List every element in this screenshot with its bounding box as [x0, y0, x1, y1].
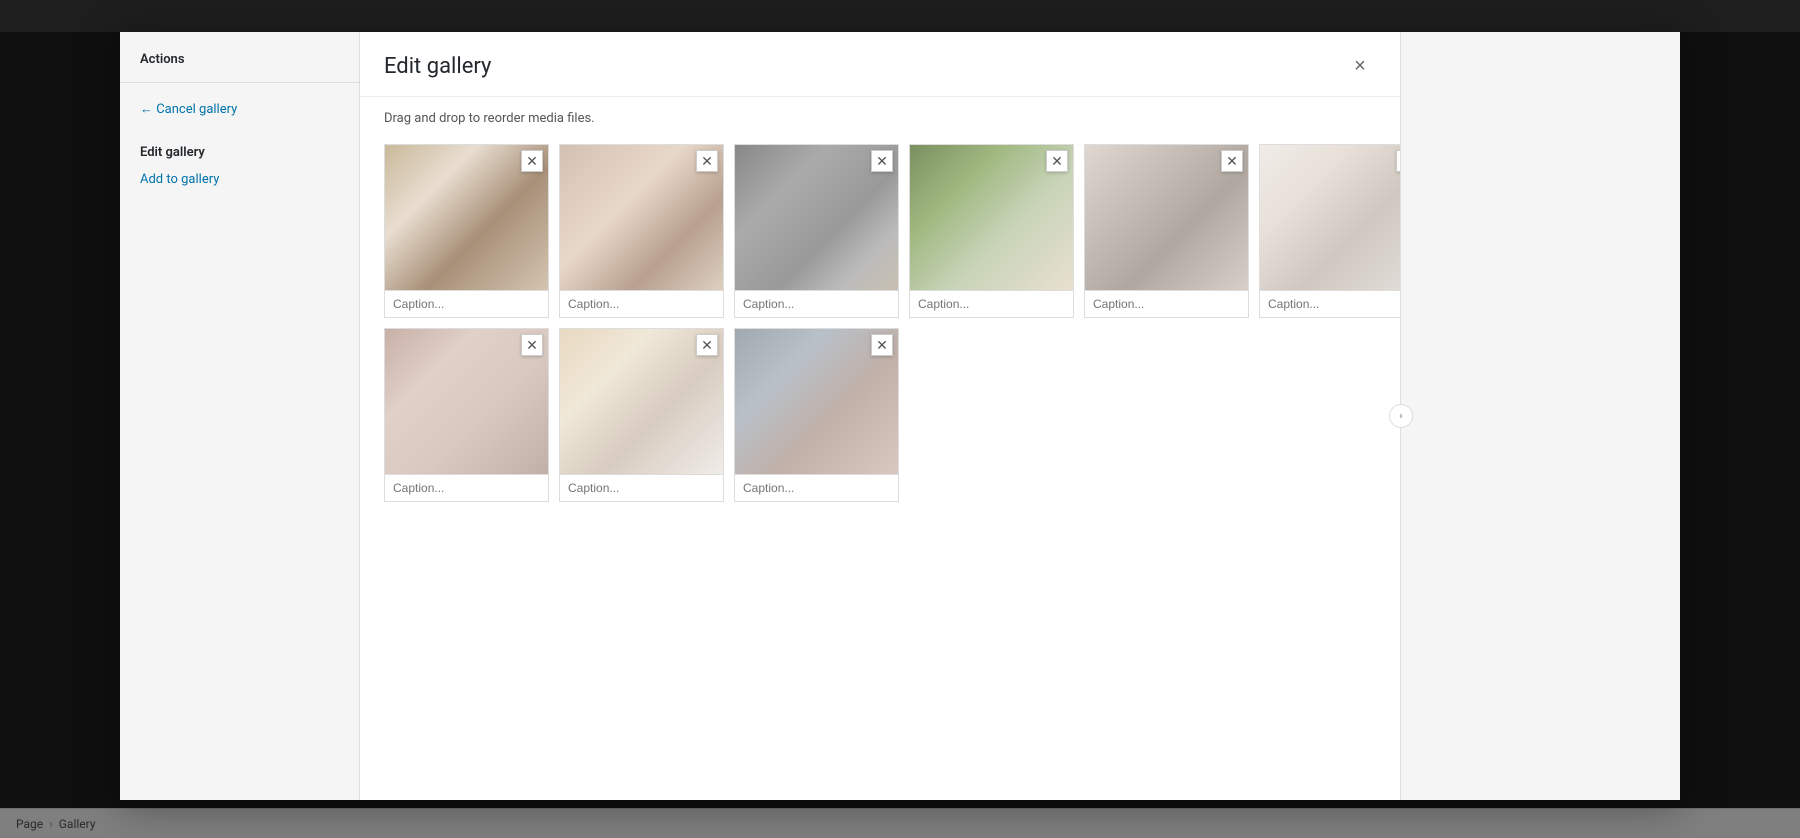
remove-button-9[interactable]: ✕ — [871, 334, 893, 356]
gallery-row-1: ✕ ✕ ✕ — [384, 144, 1376, 318]
caption-input-3[interactable] — [735, 290, 898, 317]
add-to-gallery-link[interactable]: Add to gallery — [120, 168, 359, 191]
caption-input-1[interactable] — [385, 290, 548, 317]
caption-input-9[interactable] — [735, 474, 898, 501]
sidebar-edit-gallery-label: Edit gallery — [120, 125, 359, 168]
gallery-item-3[interactable]: ✕ — [734, 144, 899, 318]
modal-overlay: Actions ← Cancel gallery Edit gallery Ad… — [0, 32, 1800, 838]
caption-input-7[interactable] — [385, 474, 548, 501]
gallery-row-2: ✕ ✕ ✕ — [384, 328, 1376, 502]
gallery-item-7[interactable]: ✕ — [384, 328, 549, 502]
sidebar: Actions ← Cancel gallery Edit gallery Ad… — [120, 32, 360, 800]
remove-button-5[interactable]: ✕ — [1221, 150, 1243, 172]
right-panel: › — [1400, 32, 1680, 800]
page-title: Edit gallery — [384, 54, 491, 79]
main-content: Edit gallery × Drag and drop to reorder … — [360, 32, 1400, 800]
gallery-item-9[interactable]: ✕ — [734, 328, 899, 502]
gallery-item-image-8: ✕ — [560, 329, 723, 474]
caption-input-6[interactable] — [1260, 290, 1400, 317]
right-panel-toggle[interactable]: › — [1389, 404, 1413, 428]
drag-hint: Drag and drop to reorder media files. — [360, 97, 1400, 134]
remove-button-4[interactable]: ✕ — [1046, 150, 1068, 172]
gallery-item-image-2: ✕ — [560, 145, 723, 290]
gallery-item-image-1: ✕ — [385, 145, 548, 290]
gallery-item-8[interactable]: ✕ — [559, 328, 724, 502]
photo-6 — [1260, 145, 1400, 290]
top-bar — [0, 0, 1800, 32]
gallery-item-image-9: ✕ — [735, 329, 898, 474]
remove-button-2[interactable]: ✕ — [696, 150, 718, 172]
close-button[interactable]: × — [1344, 50, 1376, 82]
gallery-item-5[interactable]: ✕ — [1084, 144, 1249, 318]
caption-input-5[interactable] — [1085, 290, 1248, 317]
gallery-item-6[interactable]: ✕ — [1259, 144, 1400, 318]
main-header: Edit gallery × — [360, 32, 1400, 97]
gallery-item-image-6: ✕ — [1260, 145, 1400, 290]
caption-input-2[interactable] — [560, 290, 723, 317]
gallery-item-1[interactable]: ✕ — [384, 144, 549, 318]
gallery-item-4[interactable]: ✕ — [909, 144, 1074, 318]
remove-button-6[interactable]: ✕ — [1396, 150, 1400, 172]
gallery-grid: ✕ ✕ ✕ — [360, 134, 1400, 800]
gallery-item-image-4: ✕ — [910, 145, 1073, 290]
gallery-item-image-7: ✕ — [385, 329, 548, 474]
sidebar-actions-label: Actions — [120, 52, 359, 83]
gallery-item-image-5: ✕ — [1085, 145, 1248, 290]
caption-input-4[interactable] — [910, 290, 1073, 317]
gallery-item-image-3: ✕ — [735, 145, 898, 290]
modal: Actions ← Cancel gallery Edit gallery Ad… — [120, 32, 1680, 800]
remove-button-8[interactable]: ✕ — [696, 334, 718, 356]
cancel-gallery-link[interactable]: ← Cancel gallery — [120, 93, 359, 125]
remove-button-3[interactable]: ✕ — [871, 150, 893, 172]
caption-input-8[interactable] — [560, 474, 723, 501]
remove-button-1[interactable]: ✕ — [521, 150, 543, 172]
gallery-item-2[interactable]: ✕ — [559, 144, 724, 318]
remove-button-7[interactable]: ✕ — [521, 334, 543, 356]
